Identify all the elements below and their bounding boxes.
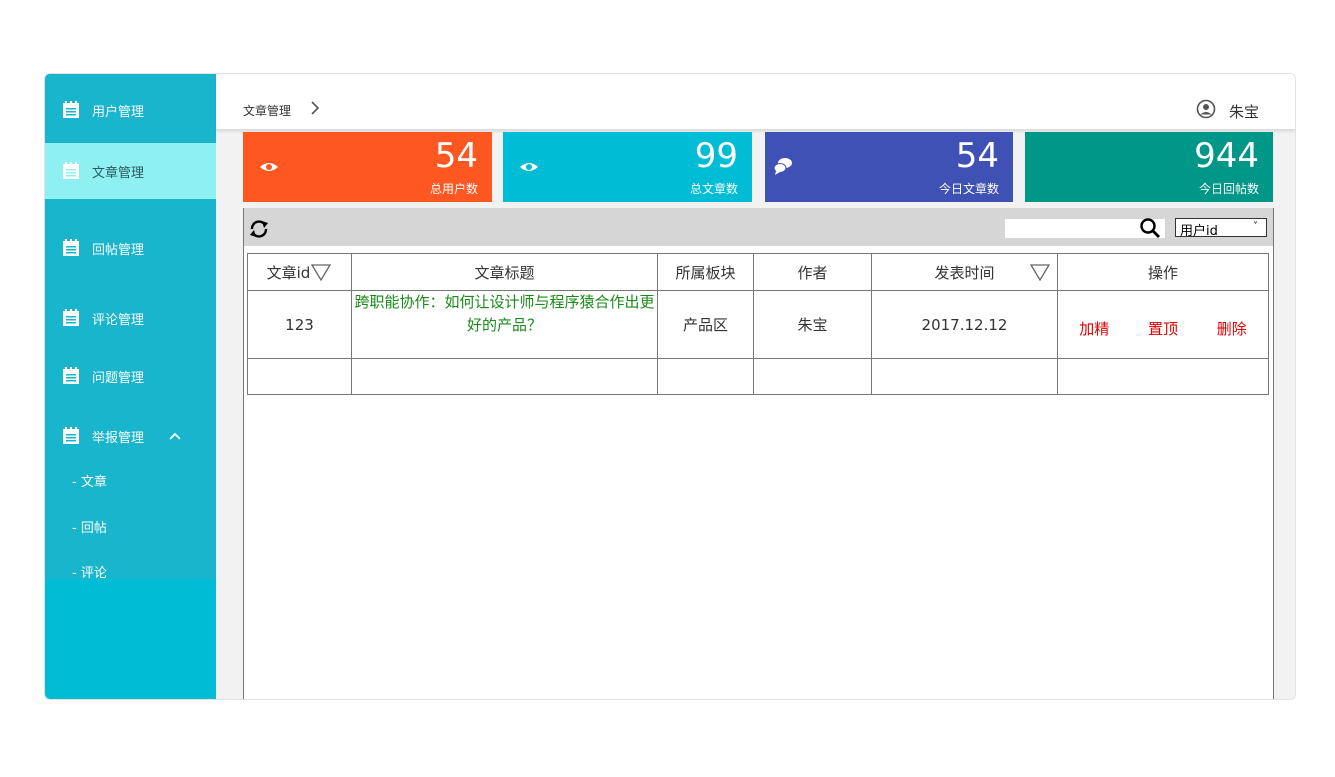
table-toolbar: 用户id ˅ [244, 208, 1273, 246]
sidebar-menu: 用户管理 文章管理 回帖管理 评论管理 问题管理 举报管理 - 文章 - 回帖 … [45, 74, 216, 581]
sidebar-item-label: 回帖管理 [92, 242, 145, 258]
cell-section: 产品区 [657, 290, 754, 359]
stat-label: 总文章数 [689, 182, 738, 196]
sidebar-item-questions[interactable]: 问题管理 [45, 354, 216, 398]
column-header-label: 所属板块 [675, 263, 736, 282]
cell-id: 123 [247, 290, 352, 359]
notepad-icon [63, 427, 79, 444]
app-window: 用户管理 文章管理 回帖管理 评论管理 问题管理 举报管理 - 文章 - 回帖 … [44, 73, 1296, 700]
column-header-author: 作者 [753, 253, 872, 291]
content-panel: 用户id ˅ 文章id 文章标题 所属板块 作者 发表时间 操作 123 跨职能… [243, 208, 1274, 699]
notepad-icon [63, 309, 79, 326]
stat-card-today-articles: 54 今日文章数 [765, 132, 1013, 202]
column-header-label: 文章id [266, 263, 311, 282]
eye-icon [260, 163, 278, 171]
sidebar-item-comments[interactable]: 评论管理 [45, 296, 216, 340]
stat-card-total-articles: 99 总文章数 [503, 132, 752, 202]
cell-author: 朱宝 [753, 290, 872, 359]
user-name[interactable]: 朱宝 [1229, 101, 1259, 122]
delete-button[interactable]: 删除 [1200, 318, 1264, 339]
sort-triangle-icon[interactable] [310, 262, 332, 282]
column-header-actions: 操作 [1057, 253, 1269, 291]
chat-bubbles-icon [773, 158, 792, 175]
stat-value: 54 [955, 136, 999, 176]
sidebar: 用户管理 文章管理 回帖管理 评论管理 问题管理 举报管理 - 文章 - 回帖 … [45, 74, 216, 699]
chevron-right-icon [311, 101, 320, 115]
refresh-icon[interactable] [247, 218, 271, 240]
table-row: 123 跨职能协作：如何让设计师与程序猿合作出更好的产品？ 产品区 朱宝 201… [247, 290, 1269, 359]
stat-value: 944 [1194, 136, 1259, 176]
articles-table: 文章id 文章标题 所属板块 作者 发表时间 操作 123 跨职能协作：如何让设… [247, 253, 1269, 395]
stat-label: 今日文章数 [938, 182, 999, 196]
table-header-row: 文章id 文章标题 所属板块 作者 发表时间 操作 [247, 253, 1269, 291]
notepad-icon [63, 239, 79, 256]
search-field-select[interactable]: 用户id ˅ [1175, 218, 1267, 237]
empty-cell [1057, 358, 1269, 395]
sidebar-item-reports[interactable]: 举报管理 [45, 414, 216, 458]
pin-button[interactable]: 置顶 [1131, 318, 1195, 339]
notepad-icon [63, 162, 79, 179]
sidebar-subitem-replies[interactable]: - 回帖 [72, 517, 107, 536]
column-header-label: 操作 [1147, 263, 1178, 282]
stat-card-today-replies: 944 今日回帖数 [1025, 132, 1273, 202]
breadcrumb[interactable]: 文章管理 [243, 102, 291, 119]
empty-cell [657, 358, 754, 395]
column-header-date[interactable]: 发表时间 [871, 253, 1058, 291]
sidebar-item-users[interactable]: 用户管理 [45, 88, 216, 132]
notepad-icon [63, 101, 79, 118]
user-avatar-icon[interactable] [1196, 99, 1216, 119]
stat-value: 99 [694, 136, 738, 176]
cell-date: 2017.12.12 [871, 290, 1058, 359]
sidebar-item-label: 文章管理 [92, 165, 145, 181]
empty-cell [871, 358, 1058, 395]
column-header-label: 文章标题 [474, 263, 535, 282]
chevron-down-icon: ˅ [1253, 221, 1258, 232]
column-header-label: 发表时间 [934, 263, 995, 282]
stat-label: 今日回帖数 [1198, 182, 1259, 196]
sidebar-item-label: 举报管理 [92, 430, 145, 446]
column-header-section: 所属板块 [657, 253, 754, 291]
select-value: 用户id [1180, 224, 1218, 237]
notepad-icon [63, 367, 79, 384]
stat-label: 总用户数 [429, 182, 478, 196]
sort-triangle-icon[interactable] [1029, 262, 1051, 282]
column-header-id[interactable]: 文章id [247, 253, 352, 291]
feature-button[interactable]: 加精 [1062, 318, 1126, 339]
column-header-label: 作者 [797, 263, 828, 282]
cell-actions: 加精 置顶 删除 [1057, 290, 1269, 359]
stat-card-total-users: 54 总用户数 [243, 132, 492, 202]
column-header-title: 文章标题 [351, 253, 658, 291]
top-header: 文章管理 朱宝 [216, 74, 1295, 130]
chevron-up-icon[interactable] [168, 429, 182, 443]
sidebar-subitem-articles[interactable]: - 文章 [72, 471, 107, 490]
sidebar-item-articles[interactable]: 文章管理 [45, 143, 216, 199]
sidebar-subitem-comments[interactable]: - 评论 [72, 562, 107, 581]
sidebar-item-label: 评论管理 [92, 312, 145, 328]
eye-icon [520, 163, 538, 171]
sidebar-item-replies[interactable]: 回帖管理 [45, 226, 216, 270]
stat-value: 54 [434, 136, 478, 176]
cell-title-link[interactable]: 跨职能协作：如何让设计师与程序猿合作出更好的产品？ [351, 290, 658, 359]
sidebar-item-label: 用户管理 [92, 104, 145, 120]
table-row-empty [247, 358, 1269, 395]
empty-cell [351, 358, 658, 395]
empty-cell [753, 358, 872, 395]
empty-cell [247, 358, 352, 395]
search-icon[interactable] [1139, 217, 1161, 239]
sidebar-item-label: 问题管理 [92, 370, 145, 386]
